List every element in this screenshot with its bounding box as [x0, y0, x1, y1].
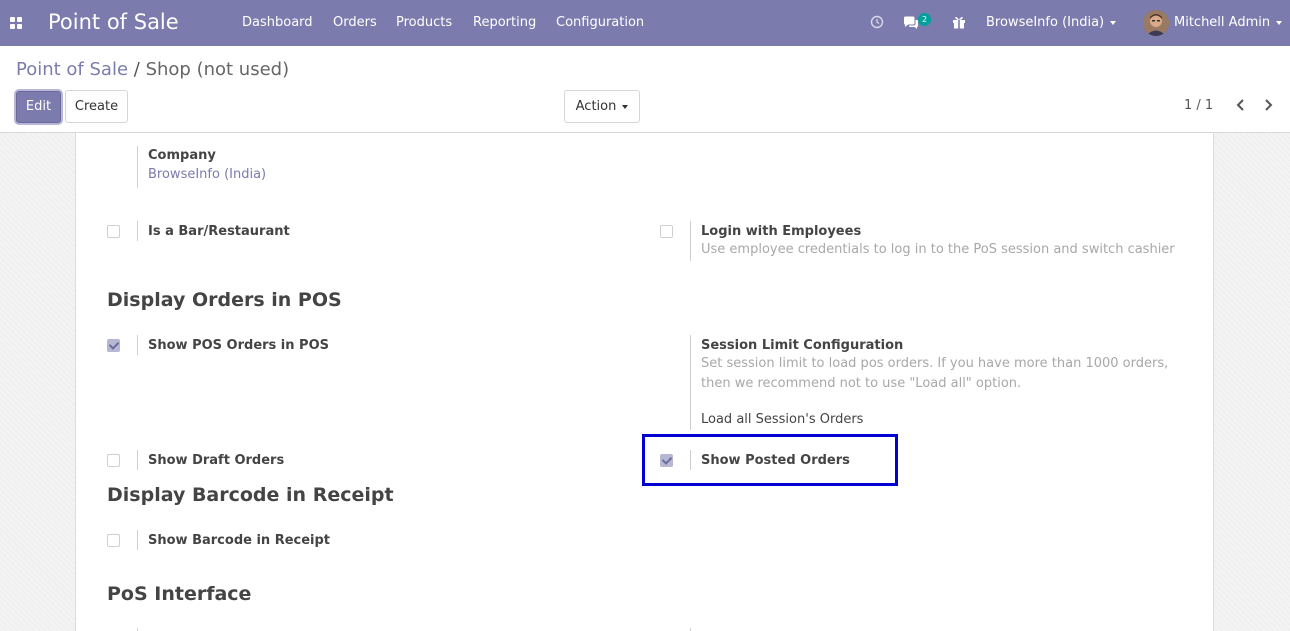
company-switcher[interactable]: BrowseInfo (India) [986, 15, 1117, 30]
breadcrumb-parent[interactable]: Point of Sale [16, 59, 128, 80]
show-draft-orders-label: Show Draft Orders [148, 453, 285, 468]
form-sheet [75, 133, 1214, 631]
field-separator [137, 530, 138, 550]
pager-next-icon[interactable] [1259, 96, 1277, 114]
field-separator [137, 146, 138, 188]
top-navbar: Point of Sale Dashboard Orders Products … [0, 0, 1290, 46]
login-employees-label: Login with Employees [701, 224, 862, 239]
pager-previous-icon[interactable] [1232, 96, 1250, 114]
menu-dashboard[interactable]: Dashboard [242, 15, 313, 30]
company-value-link[interactable]: BrowseInfo (India) [148, 167, 266, 182]
control-panel: Point of Sale / Shop (not used) Edit Cre… [0, 46, 1290, 133]
login-employees-help: Use employee credentials to log in to th… [701, 242, 1175, 257]
is-bar-restaurant-checkbox[interactable] [107, 225, 120, 238]
action-dropdown[interactable]: Action [564, 90, 640, 123]
show-posted-orders-checkbox[interactable] [660, 454, 673, 467]
gift-icon[interactable] [952, 15, 966, 29]
show-posted-orders-label: Show Posted Orders [701, 453, 850, 468]
show-draft-orders-checkbox[interactable] [107, 454, 120, 467]
chevron-down-icon [1276, 20, 1283, 25]
menu-configuration[interactable]: Configuration [556, 15, 644, 30]
show-pos-orders-label: Show POS Orders in POS [148, 338, 329, 353]
section-pos-interface: PoS Interface [107, 583, 252, 605]
pager-value[interactable]: 1 / 1 [1184, 98, 1213, 113]
apps-menu-icon[interactable] [10, 17, 22, 29]
session-limit-label: Session Limit Configuration [701, 338, 904, 353]
edit-button[interactable]: Edit [16, 91, 61, 123]
field-separator [137, 450, 138, 470]
field-separator [690, 450, 691, 470]
breadcrumb-separator: / [133, 59, 140, 80]
field-separator [690, 335, 691, 430]
chevron-down-icon [1110, 20, 1117, 25]
menu-reporting[interactable]: Reporting [473, 15, 536, 30]
messages-count-badge: 2 [918, 13, 931, 26]
show-barcode-checkbox[interactable] [107, 534, 120, 547]
show-barcode-label: Show Barcode in Receipt [148, 533, 331, 548]
company-label: Company [148, 148, 216, 163]
app-brand[interactable]: Point of Sale [48, 10, 179, 34]
field-separator [137, 335, 138, 355]
session-limit-help-line1: Set session limit to load pos orders. If… [701, 356, 1169, 371]
user-menu[interactable]: Mitchell Admin [1174, 15, 1283, 30]
show-pos-orders-checkbox[interactable] [107, 339, 120, 352]
field-separator [137, 221, 138, 241]
action-label: Action [575, 99, 617, 114]
session-limit-help-line2: then we recommend not to use "Load all" … [701, 376, 1022, 391]
section-barcode: Display Barcode in Receipt [107, 484, 394, 506]
is-bar-restaurant-label: Is a Bar/Restaurant [148, 224, 290, 239]
clock-icon[interactable] [870, 15, 884, 29]
menu-products[interactable]: Products [396, 15, 452, 30]
user-name: Mitchell Admin [1174, 15, 1271, 30]
breadcrumb-current: Shop (not used) [145, 59, 290, 80]
chevron-down-icon [622, 104, 629, 109]
field-separator [690, 221, 691, 261]
session-limit-value[interactable]: Load all Session's Orders [701, 412, 863, 427]
menu-orders[interactable]: Orders [333, 15, 377, 30]
avatar[interactable] [1143, 10, 1169, 36]
login-employees-checkbox[interactable] [660, 225, 673, 238]
create-button[interactable]: Create [65, 90, 128, 123]
chat-icon[interactable] [903, 16, 919, 30]
section-display-orders: Display Orders in POS [107, 289, 342, 311]
breadcrumb: Point of Sale / Shop (not used) [16, 59, 289, 80]
company-name: BrowseInfo (India) [986, 15, 1105, 30]
